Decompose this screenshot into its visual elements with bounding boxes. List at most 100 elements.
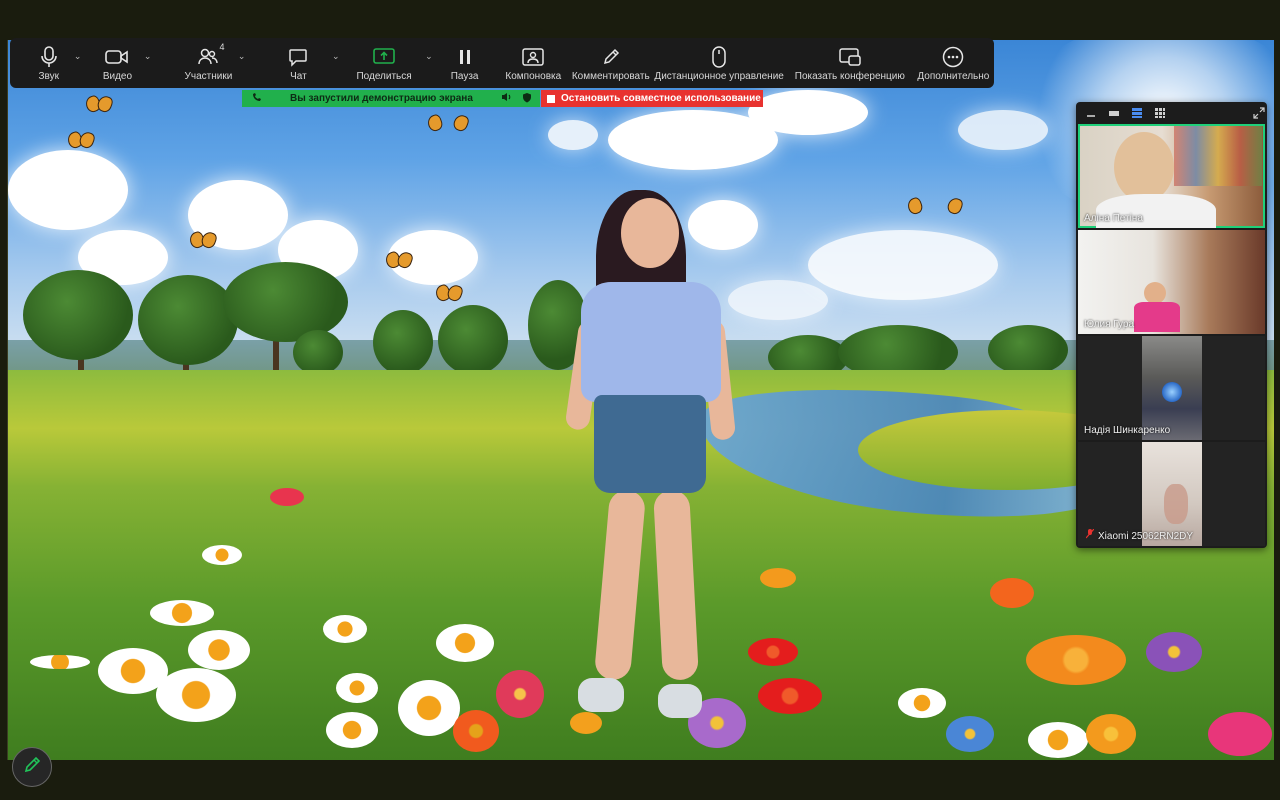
left-leg: [593, 488, 647, 682]
cloud: [958, 110, 1048, 150]
chevron-down-icon[interactable]: ⌄: [238, 51, 246, 62]
participant-video-shelf: [1174, 126, 1262, 186]
participant-video-person: [1114, 132, 1174, 202]
participant-name: Аліна Петіна: [1084, 213, 1143, 224]
daisy-flower: [326, 712, 378, 748]
annotation-pen-button[interactable]: [12, 747, 52, 787]
participant-name-text: Xiaomi 25062RN2DY: [1098, 531, 1194, 542]
butterfly: [190, 232, 216, 246]
layout-icon: [522, 45, 545, 69]
pause-share-button[interactable]: Пауза: [433, 38, 497, 88]
chat-button[interactable]: ⌄ Чат: [269, 38, 339, 88]
video-camera-icon: [105, 45, 129, 69]
shield-icon[interactable]: [522, 92, 532, 106]
participant-video-person-body: [1134, 302, 1180, 332]
gallery-view-icon[interactable]: [1151, 106, 1168, 120]
strip-view-icon[interactable]: [1128, 106, 1145, 120]
annotate-pen-icon: [602, 45, 620, 69]
layout-label: Компоновка: [505, 70, 562, 82]
daisy-flower: [156, 668, 236, 722]
daisy-flower: [188, 630, 250, 670]
speaker-view-icon[interactable]: [1105, 106, 1122, 120]
daisy-flower: [398, 680, 460, 736]
right-leg: [653, 489, 699, 681]
marigold-flower: [760, 568, 796, 588]
right-sneaker: [658, 684, 702, 718]
daisy-flower: [323, 615, 367, 643]
t-shirt: [581, 282, 721, 402]
chevron-down-icon[interactable]: ⌄: [332, 51, 340, 62]
muted-mic-icon: [1085, 528, 1095, 542]
participants-label: Участники: [184, 70, 233, 82]
participant-tile[interactable]: Аліна Петіна: [1078, 124, 1265, 228]
microphone-icon: [40, 45, 58, 69]
butterfly: [436, 285, 462, 299]
remote-control-mouse-icon: [712, 45, 726, 69]
participants-button[interactable]: 4 ⌄ Участники: [147, 38, 269, 88]
participant-name: Юлия Гура: [1084, 319, 1135, 330]
cloud: [748, 90, 868, 135]
participant-video-light: [1162, 382, 1182, 402]
dancing-girl-figure: [564, 190, 746, 730]
participant-name: Xiaomi 25062RN2DY: [1085, 528, 1194, 542]
cloud: [8, 150, 128, 230]
phone-icon: [252, 92, 264, 105]
chevron-down-icon[interactable]: ⌄: [425, 51, 433, 62]
butterfly: [428, 115, 468, 135]
participant-tile[interactable]: Юлия Гура: [1078, 230, 1265, 334]
stop-sharing-text: Остановить совместное использование: [561, 93, 761, 104]
sharing-status-text: Вы запустили демонстрацию экрана: [290, 93, 473, 104]
participant-tile[interactable]: Надія Шинкаренко: [1078, 336, 1265, 440]
stop-sharing-button[interactable]: Остановить совместное использование: [541, 90, 763, 107]
pause-icon: [458, 45, 472, 69]
daisy-flower: [898, 688, 946, 718]
meeting-toolbar: ⌄ Звук ⌄ Видео 4 ⌄ Участники ⌄ Чат ⌄ Под…: [10, 38, 994, 88]
participant-video-person: [1144, 282, 1166, 304]
daisy-flower: [150, 600, 214, 626]
poppy-flower: [496, 670, 544, 718]
share-screen-button[interactable]: ⌄ Поделиться: [341, 38, 433, 88]
poppy-flower: [758, 678, 822, 714]
daisy-flower: [436, 624, 494, 662]
denim-shorts: [594, 395, 706, 493]
participant-tile[interactable]: Xiaomi 25062RN2DY: [1078, 442, 1265, 546]
expand-icon[interactable]: [1250, 106, 1267, 120]
tree: [23, 270, 133, 360]
minimize-icon[interactable]: [1082, 106, 1099, 120]
aster-flower: [946, 716, 994, 752]
daisy-flower: [30, 655, 90, 669]
video-button[interactable]: ⌄ Видео: [87, 38, 151, 88]
more-label: Дополнительно: [917, 70, 990, 82]
tree: [988, 325, 1068, 375]
chat-icon: [288, 45, 308, 69]
audio-button[interactable]: ⌄ Звук: [10, 38, 87, 88]
pencil-icon: [23, 756, 41, 779]
pause-label: Пауза: [450, 70, 479, 82]
aster-flower: [1146, 632, 1202, 672]
poppy-flower: [1086, 714, 1136, 754]
head: [621, 198, 679, 268]
poppy-flower: [990, 578, 1034, 608]
annotate-button[interactable]: Комментировать: [570, 38, 651, 88]
daisy-flower: [1028, 722, 1088, 758]
poppy-flower: [453, 710, 499, 752]
more-button[interactable]: Дополнительно: [913, 38, 994, 88]
remote-control-label: Дистанционное управление: [654, 70, 784, 82]
show-meeting-button[interactable]: Показать конференцию: [787, 38, 913, 88]
poppy-flower: [1208, 712, 1272, 756]
layout-button[interactable]: Компоновка: [497, 38, 571, 88]
cloud: [548, 120, 598, 150]
sharing-status-banner[interactable]: Вы запустили демонстрацию экрана: [242, 90, 540, 107]
annotate-label: Комментировать: [571, 70, 650, 82]
butterfly: [86, 96, 112, 110]
poppy-flower: [270, 488, 304, 506]
show-meeting-label: Показать конференцию: [794, 70, 905, 82]
more-icon: [942, 45, 964, 69]
participant-name: Надія Шинкаренко: [1084, 425, 1171, 436]
chevron-down-icon[interactable]: ⌄: [74, 51, 82, 62]
tree: [438, 305, 508, 375]
show-meeting-icon: [839, 45, 861, 69]
daisy-flower: [202, 545, 242, 565]
speaker-icon[interactable]: [501, 92, 512, 105]
remote-control-button[interactable]: Дистанционное управление: [651, 38, 787, 88]
